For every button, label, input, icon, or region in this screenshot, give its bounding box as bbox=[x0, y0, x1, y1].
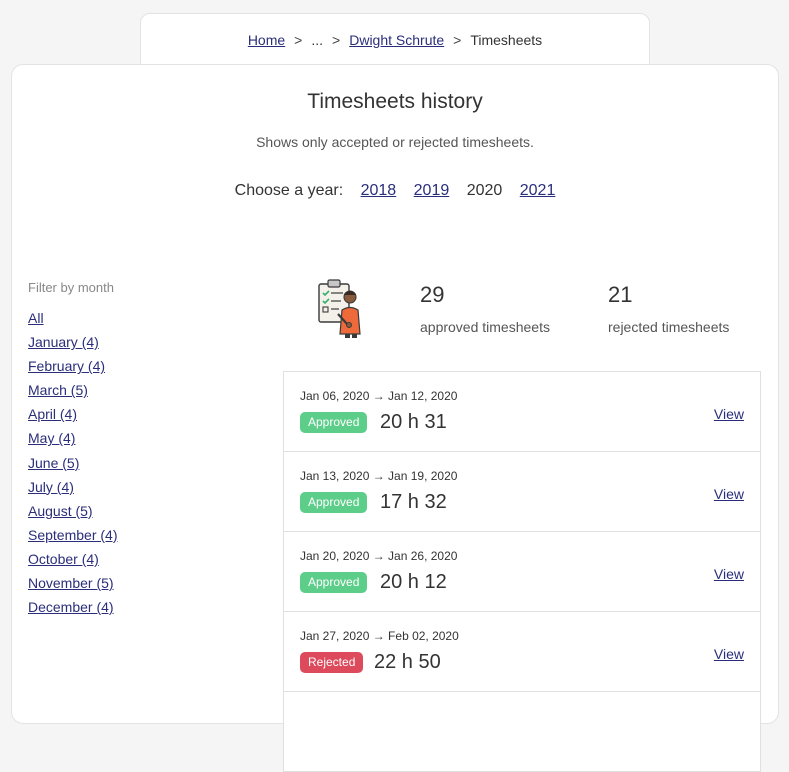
rejected-label: rejected timesheets bbox=[608, 319, 730, 335]
timesheet-row: Jan 06, 2020 → Jan 12, 2020 Approved 20 … bbox=[284, 372, 760, 452]
timesheet-row: Jan 13, 2020 → Jan 19, 2020 Approved 17 … bbox=[284, 452, 760, 532]
breadcrumb-separator: > bbox=[294, 32, 303, 48]
month-filter-december[interactable]: December (4) bbox=[28, 599, 114, 615]
year-link-2019[interactable]: 2019 bbox=[414, 182, 450, 199]
month-filter-all[interactable]: All bbox=[28, 310, 44, 326]
approved-label: approved timesheets bbox=[420, 319, 550, 335]
view-timesheet-link[interactable]: View bbox=[714, 646, 744, 662]
timesheet-date-range: Jan 20, 2020 → Jan 26, 2020 bbox=[300, 549, 458, 563]
timesheet-date-range: Jan 13, 2020 → Jan 19, 2020 bbox=[300, 469, 458, 483]
timesheet-date-range: Jan 06, 2020 → Jan 12, 2020 bbox=[300, 389, 458, 403]
breadcrumb-current: Timesheets bbox=[470, 32, 543, 48]
filter-by-month-label: Filter by month bbox=[28, 280, 114, 295]
month-filter-march[interactable]: March (5) bbox=[28, 382, 88, 398]
status-badge: Rejected bbox=[300, 652, 364, 673]
month-filter-august[interactable]: August (5) bbox=[28, 503, 93, 519]
clipboard-person-icon bbox=[305, 278, 365, 340]
timesheet-row bbox=[284, 692, 760, 772]
breadcrumb-separator: > bbox=[453, 32, 462, 48]
year-picker-label: Choose a year: bbox=[234, 182, 344, 199]
month-filter-list: All January (4) February (4) March (5) A… bbox=[28, 309, 117, 622]
page-subtitle: Shows only accepted or rejected timeshee… bbox=[256, 134, 534, 150]
month-filter-july[interactable]: July (4) bbox=[28, 479, 74, 495]
timesheet-hours: 22 h 50 bbox=[374, 651, 441, 673]
breadcrumb: Home >... > Dwight Schrute > Timesheets bbox=[141, 32, 649, 48]
approved-count: 29 bbox=[420, 282, 445, 307]
month-filter-june[interactable]: June (5) bbox=[28, 455, 79, 471]
month-filter-september[interactable]: September (4) bbox=[28, 527, 117, 543]
year-current-2020: 2020 bbox=[466, 182, 503, 199]
year-link-2021[interactable]: 2021 bbox=[520, 182, 556, 199]
month-filter-november[interactable]: November (5) bbox=[28, 575, 114, 591]
month-filter-february[interactable]: February (4) bbox=[28, 358, 105, 374]
view-timesheet-link[interactable]: View bbox=[714, 566, 744, 582]
month-filter-january[interactable]: January (4) bbox=[28, 334, 99, 350]
breadcrumb-ellipsis[interactable]: ... bbox=[311, 32, 323, 48]
page-title: Timesheets history bbox=[307, 90, 483, 113]
rejected-stat: 21 rejected timesheets bbox=[608, 282, 729, 335]
breadcrumb-person-link[interactable]: Dwight Schrute bbox=[349, 32, 444, 48]
year-picker: Choose a year: 2018 2019 2020 2021 bbox=[12, 182, 778, 200]
timesheet-list: Jan 06, 2020 → Jan 12, 2020 Approved 20 … bbox=[283, 371, 761, 772]
timesheet-row: Jan 20, 2020 → Jan 26, 2020 Approved 20 … bbox=[284, 532, 760, 612]
approved-stat: 29 approved timesheets bbox=[420, 282, 550, 335]
month-filter-may[interactable]: May (4) bbox=[28, 430, 75, 446]
breadcrumb-separator: > bbox=[332, 32, 341, 48]
status-badge: Approved bbox=[300, 572, 368, 593]
view-timesheet-link[interactable]: View bbox=[714, 406, 744, 422]
timesheet-hours: 20 h 12 bbox=[380, 571, 447, 593]
status-badge: Approved bbox=[300, 492, 368, 513]
year-link-2018[interactable]: 2018 bbox=[361, 182, 397, 199]
view-timesheet-link[interactable]: View bbox=[714, 486, 744, 502]
status-badge: Approved bbox=[300, 412, 368, 433]
timesheet-date-range: Jan 27, 2020 → Feb 02, 2020 bbox=[300, 629, 459, 643]
timesheet-row: Jan 27, 2020 → Feb 02, 2020 Rejected 22 … bbox=[284, 612, 760, 692]
timesheet-hours: 20 h 31 bbox=[380, 411, 447, 433]
breadcrumb-home-link[interactable]: Home bbox=[248, 32, 285, 48]
rejected-count: 21 bbox=[608, 282, 633, 307]
month-filter-october[interactable]: October (4) bbox=[28, 551, 99, 567]
month-filter-april[interactable]: April (4) bbox=[28, 406, 77, 422]
timesheet-hours: 17 h 32 bbox=[380, 491, 447, 513]
